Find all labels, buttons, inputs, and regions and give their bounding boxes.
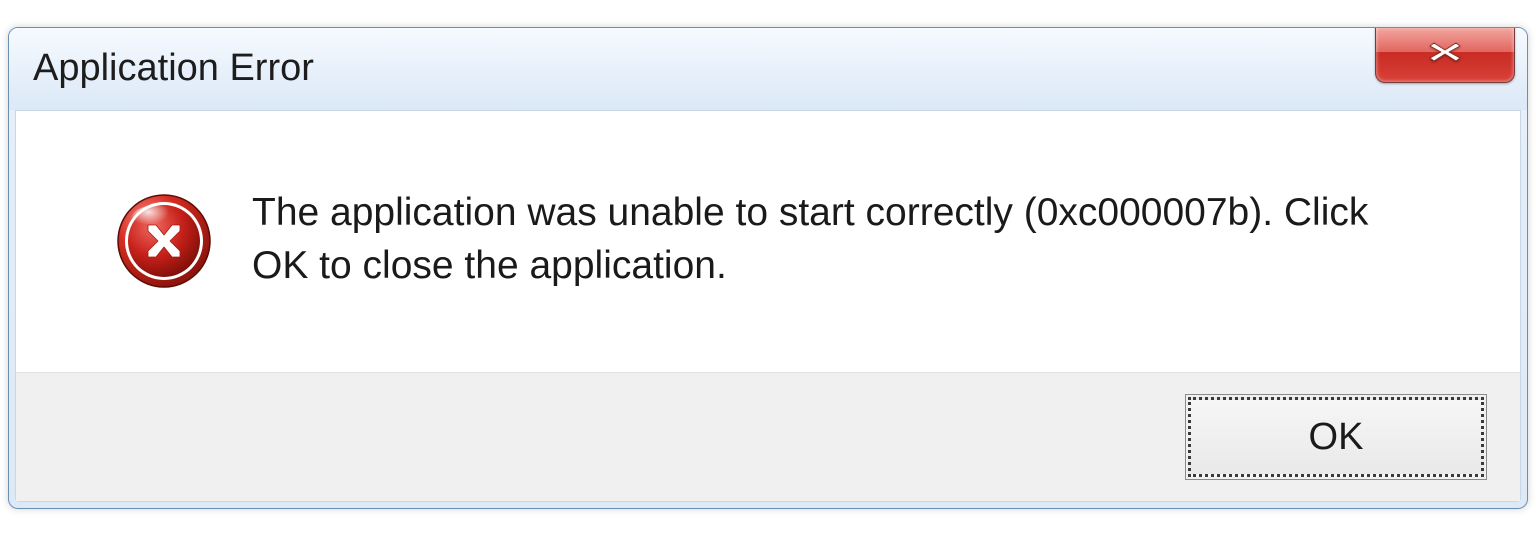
dialog-window: Application Error	[8, 27, 1528, 509]
error-icon	[116, 193, 212, 289]
ok-button[interactable]: OK	[1188, 397, 1484, 477]
button-area: OK	[16, 372, 1520, 501]
dialog-body: The application was unable to start corr…	[15, 110, 1521, 502]
close-icon	[1423, 37, 1467, 72]
error-message: The application was unable to start corr…	[252, 187, 1430, 292]
title-bar: Application Error	[9, 28, 1527, 110]
content-area: The application was unable to start corr…	[16, 111, 1520, 372]
dialog-title: Application Error	[33, 47, 314, 90]
close-button[interactable]	[1375, 27, 1515, 83]
